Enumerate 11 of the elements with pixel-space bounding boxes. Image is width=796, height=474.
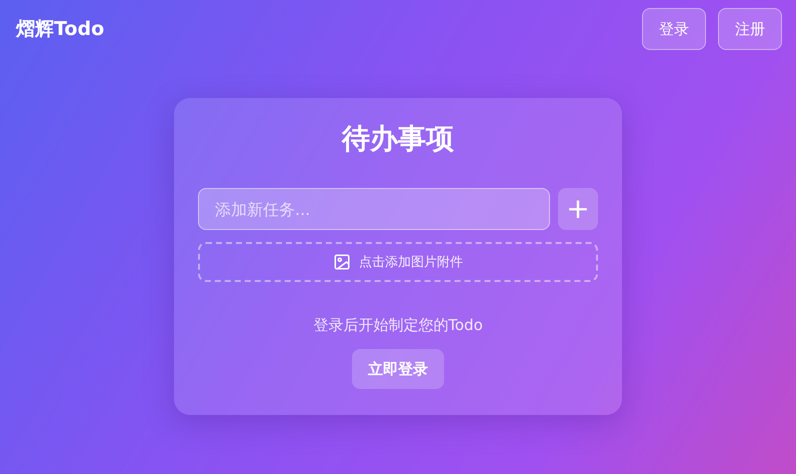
task-input[interactable]: 添加新任务...: [198, 188, 550, 230]
login-button[interactable]: 登录: [642, 8, 706, 50]
brand-logo: 熠辉Todo: [16, 17, 104, 42]
image-icon: [333, 253, 351, 271]
add-button[interactable]: +: [558, 188, 598, 230]
register-button[interactable]: 注册: [718, 8, 782, 50]
login-prompt: 登录后开始制定您的Todo: [313, 316, 483, 335]
login-now-button[interactable]: 立即登录: [352, 349, 444, 389]
card-title: 待办事项: [342, 121, 454, 157]
attach-label: 点击添加图片附件: [359, 254, 463, 271]
attach-image-button[interactable]: 点击添加图片附件: [198, 242, 598, 282]
